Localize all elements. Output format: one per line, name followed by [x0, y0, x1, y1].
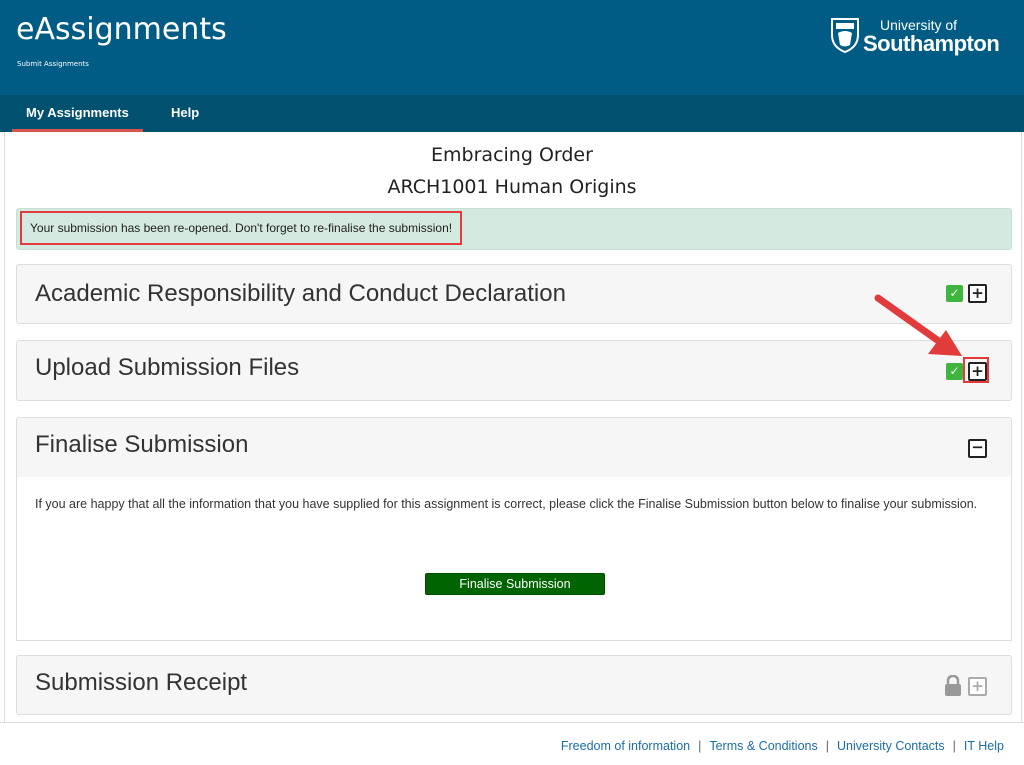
section-receipt: Submission Receipt +	[16, 655, 1012, 715]
finalise-panel-body: If you are happy that all the informatio…	[16, 477, 1012, 641]
footer: Freedom of information | Terms & Condition…	[0, 722, 1024, 765]
footer-separator: |	[825, 739, 829, 753]
module-title: ARCH1001 Human Origins	[387, 176, 637, 198]
university-logo[interactable]: University of Southampton	[830, 15, 1020, 60]
app-title[interactable]: eAssignments	[16, 12, 227, 47]
footer-link-terms[interactable]: Terms & Conditions	[709, 739, 817, 753]
assignment-title: Embracing Order	[431, 144, 593, 166]
minus-square-icon[interactable]: −	[968, 439, 987, 458]
section-declaration[interactable]: Academic Responsibility and Conduct Decl…	[16, 264, 1012, 324]
plus-square-icon: +	[968, 677, 987, 696]
section-finalise[interactable]: Finalise Submission −	[16, 417, 1012, 478]
footer-link-it-help[interactable]: IT Help	[964, 739, 1004, 753]
footer-separator: |	[698, 739, 702, 753]
reopened-alert: Your submission has been re-opened. Don'…	[16, 208, 1012, 250]
lock-icon	[945, 675, 961, 696]
tab-my-assignments[interactable]: My Assignments	[12, 95, 143, 132]
section-upload-title[interactable]: Upload Submission Files	[35, 354, 299, 382]
footer-separator: |	[952, 739, 956, 753]
crest-icon	[831, 18, 859, 53]
plus-square-icon[interactable]: +	[968, 284, 987, 303]
section-declaration-title[interactable]: Academic Responsibility and Conduct Decl…	[35, 280, 566, 308]
tab-help[interactable]: Help	[157, 95, 213, 132]
alert-message: Your submission has been re-opened. Don'…	[20, 211, 463, 245]
main-nav: My Assignments Help	[0, 95, 1024, 132]
section-finalise-title[interactable]: Finalise Submission	[35, 431, 248, 459]
footer-link-freedom-of-information[interactable]: Freedom of information	[561, 739, 690, 753]
footer-link-university-contacts[interactable]: University Contacts	[837, 739, 945, 753]
section-upload[interactable]: Upload Submission Files ✓ +	[16, 340, 1012, 401]
app-header: eAssignments Submit Assignments Universi…	[0, 0, 1024, 95]
finalise-submission-button[interactable]: Finalise Submission	[425, 573, 605, 595]
finalise-instructions: If you are happy that all the informatio…	[35, 497, 978, 511]
logo-text-line2: Southampton	[863, 31, 1000, 56]
footer-links: Freedom of information | Terms & Condition…	[561, 739, 1004, 753]
app-subtitle: Submit Assignments	[17, 60, 89, 68]
annotation-arrow-icon	[874, 294, 962, 356]
section-receipt-title: Submission Receipt	[35, 669, 248, 696]
